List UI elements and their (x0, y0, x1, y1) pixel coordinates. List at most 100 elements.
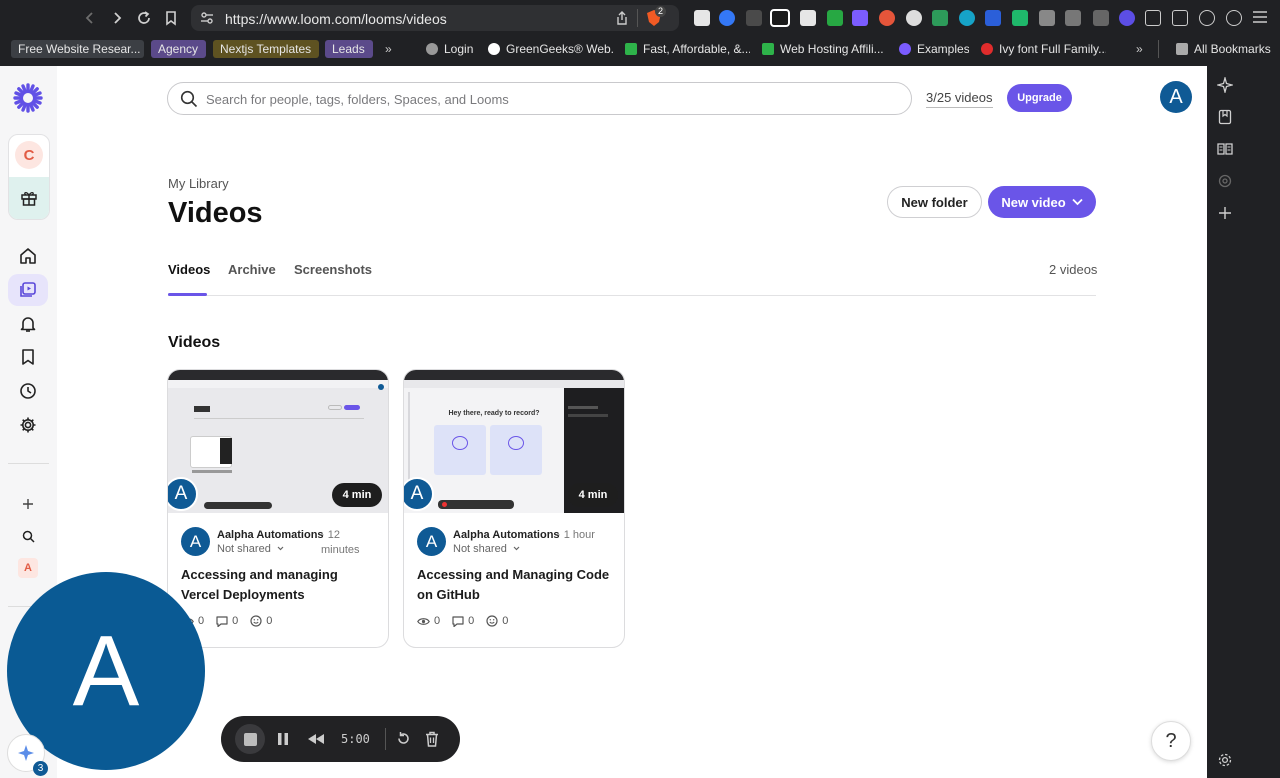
new-folder-button[interactable]: New folder (887, 186, 982, 218)
share-status[interactable]: Not shared (217, 543, 284, 555)
extension-zip-icon[interactable] (985, 10, 1001, 26)
pause-icon[interactable] (277, 732, 289, 746)
reactions-stat[interactable]: 0 (486, 615, 508, 627)
extension-color-icon[interactable] (879, 10, 895, 26)
more-bookmarks-icon[interactable]: » (1136, 40, 1150, 58)
panel-settings-icon[interactable] (1217, 173, 1233, 189)
library-icon[interactable] (8, 274, 48, 306)
share-status[interactable]: Not shared (453, 543, 520, 555)
bookmark-folder[interactable]: Free Website Resear... (11, 40, 144, 58)
extension-circle-icon[interactable] (906, 10, 922, 26)
brave-shield-icon[interactable]: 2 (646, 6, 667, 27)
extension-notes-icon[interactable] (694, 10, 710, 26)
extension-edge-icon[interactable] (959, 10, 975, 26)
comments-stat[interactable]: 0 (216, 615, 238, 627)
trash-icon[interactable] (425, 731, 439, 747)
author-avatar[interactable]: A (417, 527, 446, 556)
search-nav-icon[interactable] (8, 520, 48, 552)
tab-videos[interactable]: Videos (168, 262, 210, 277)
tab-screenshots[interactable]: Screenshots (294, 262, 372, 277)
author-name[interactable]: Aalpha Automations (217, 529, 324, 541)
chevron-down-icon (277, 546, 284, 551)
extension-file-icon[interactable] (1093, 10, 1109, 26)
rewind-icon[interactable] (307, 733, 325, 745)
add-icon[interactable] (8, 488, 48, 520)
url-bar[interactable]: https://www.loom.com/looms/videos 2 (191, 5, 679, 31)
extension-loom-icon[interactable] (770, 9, 790, 27)
restart-icon[interactable] (396, 731, 411, 746)
bookmark-item[interactable]: Login (426, 40, 478, 58)
eye-icon (417, 617, 430, 626)
extension-font-icon[interactable] (1065, 10, 1081, 26)
home-icon[interactable] (8, 240, 48, 272)
gift-icon[interactable] (9, 177, 49, 219)
video-thumbnail[interactable]: Hey there, ready to record? A 4 min (404, 370, 624, 513)
extension-doc-icon[interactable] (800, 10, 816, 26)
leo-ai-icon[interactable] (1199, 10, 1215, 26)
extensions-puzzle-icon[interactable] (1145, 10, 1161, 26)
stop-button[interactable] (235, 724, 265, 754)
thumb-text (192, 470, 232, 473)
video-title[interactable]: Accessing and Managing Code on GitHub (417, 565, 613, 605)
sidebar-toggle-icon[interactable] (1172, 10, 1188, 26)
bookmark-icon[interactable] (161, 8, 181, 28)
extension-blue-icon[interactable] (719, 10, 735, 26)
bookmark-item[interactable]: Web Hosting Affili... (762, 40, 887, 58)
video-card[interactable]: A 4 min A Aalpha Automations · 12 minute… (167, 369, 389, 648)
bookmark-item[interactable]: Examples (899, 40, 969, 58)
video-title[interactable]: Accessing and managing Vercel Deployment… (181, 565, 377, 605)
panel-gear-icon[interactable] (1217, 752, 1233, 768)
video-quota-link[interactable]: 3/25 videos (926, 90, 993, 108)
thumb-option (434, 425, 486, 475)
extension-list-icon[interactable] (852, 10, 868, 26)
reactions-stat[interactable]: 0 (250, 615, 272, 627)
thumb-browser-bar (404, 370, 624, 380)
extension-record-icon[interactable] (827, 10, 843, 26)
settings-gear-icon[interactable] (8, 409, 48, 441)
bookmark-item[interactable]: Ivy font Full Family... (981, 40, 1106, 58)
wallet-icon[interactable] (1226, 10, 1242, 26)
site-settings-icon[interactable] (200, 11, 214, 25)
help-button[interactable]: ? (1151, 721, 1191, 761)
new-video-button[interactable]: New video (988, 186, 1096, 218)
extension-chart-icon[interactable] (932, 10, 948, 26)
bell-icon[interactable] (8, 308, 48, 340)
extension-brush-icon[interactable] (1012, 10, 1028, 26)
extension-camera-icon[interactable] (1039, 10, 1055, 26)
reading-list-icon[interactable] (1217, 141, 1233, 157)
user-avatar-small[interactable]: A (18, 558, 38, 578)
comments-stat[interactable]: 0 (452, 615, 474, 627)
bookmark-item[interactable]: GreenGeeks® Web... (488, 40, 613, 58)
all-bookmarks[interactable]: All Bookmarks (1176, 40, 1276, 58)
workspace-avatar[interactable]: C (15, 141, 43, 169)
more-bookmarks-icon[interactable]: » (385, 40, 399, 58)
search-bar[interactable]: Search for people, tags, folders, Spaces… (167, 82, 912, 115)
forward-icon[interactable] (107, 8, 127, 28)
globe-icon (426, 43, 438, 55)
reload-icon[interactable] (134, 8, 154, 28)
bookmark-folder[interactable]: Agency (151, 40, 206, 58)
tab-archive[interactable]: Archive (228, 262, 276, 277)
bookmark-nav-icon[interactable] (8, 341, 48, 373)
extension-star-icon[interactable] (1119, 10, 1135, 26)
author-avatar[interactable]: A (181, 527, 210, 556)
author-name[interactable]: Aalpha Automations (453, 529, 560, 541)
profile-avatar[interactable]: A (1160, 81, 1192, 113)
menu-icon[interactable] (1253, 11, 1267, 23)
bookmarks-panel-icon[interactable] (1217, 109, 1233, 125)
bookmark-item[interactable]: Fast, Affordable, &... (625, 40, 750, 58)
back-icon[interactable] (80, 8, 100, 28)
add-panel-icon[interactable] (1217, 205, 1233, 221)
bookmark-folder[interactable]: Nextjs Templates (213, 40, 319, 58)
bookmark-folder[interactable]: Leads (325, 40, 373, 58)
extension-pin-icon[interactable] (746, 10, 762, 26)
all-bookmarks-label: All Bookmarks (1194, 42, 1271, 56)
loom-logo-icon[interactable] (13, 83, 43, 113)
video-card[interactable]: Hey there, ready to record? A 4 min A Aa… (403, 369, 625, 648)
share-icon[interactable] (615, 10, 629, 26)
breadcrumb[interactable]: My Library (168, 176, 229, 191)
video-thumbnail[interactable]: A 4 min (168, 370, 388, 513)
clock-icon[interactable] (8, 375, 48, 407)
sparkle-icon[interactable] (1217, 77, 1233, 93)
upgrade-button[interactable]: Upgrade (1007, 84, 1072, 112)
